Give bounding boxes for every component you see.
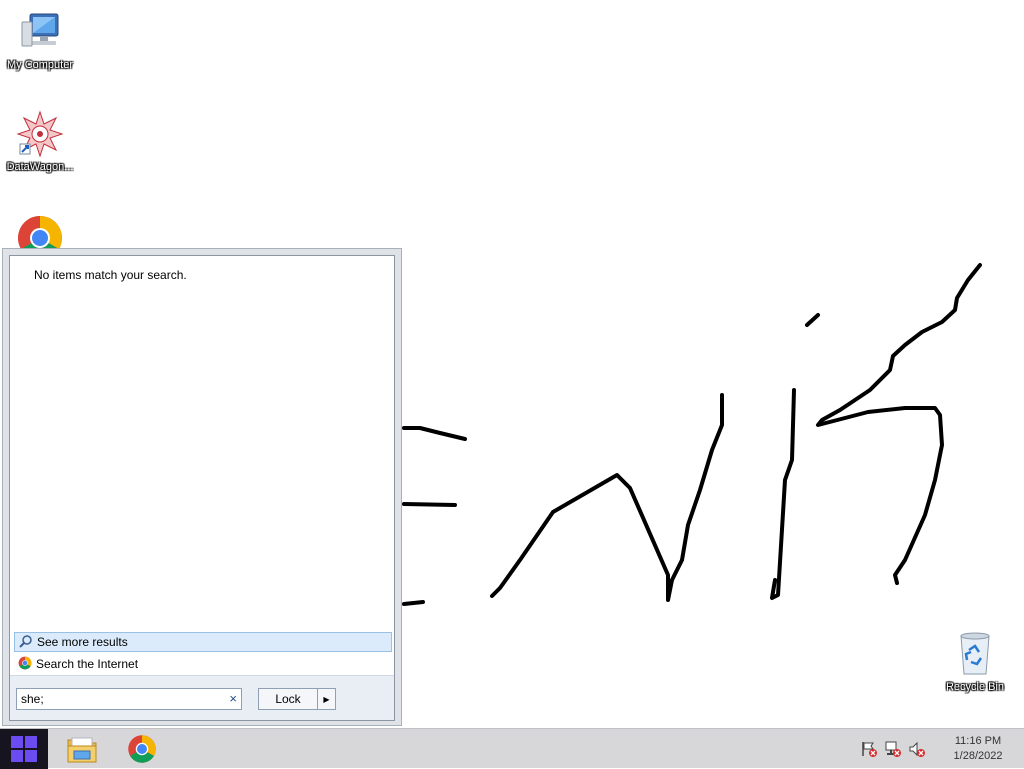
search-icon <box>19 634 33 651</box>
datawagon-icon <box>16 110 64 158</box>
network-icon[interactable] <box>884 740 902 758</box>
computer-icon <box>16 8 64 56</box>
file-explorer-icon <box>67 737 97 763</box>
search-results-panel: No items match your search. See more res… <box>9 255 395 721</box>
power-options-arrow-icon[interactable]: ▶ <box>318 689 335 709</box>
desktop-icon-label: My Computer <box>6 59 74 71</box>
lock-button[interactable]: Lock ▶ <box>258 688 336 710</box>
no-results-message: No items match your search. <box>34 268 187 282</box>
desktop: My Computer DataWagon... Recycle Bin No … <box>0 0 1024 728</box>
search-the-internet-label: Search the Internet <box>36 657 139 671</box>
see-more-results-label: See more results <box>37 635 128 649</box>
search-input-value: she; <box>21 692 44 706</box>
recycle-bin-icon <box>951 630 999 678</box>
action-center-flag-icon[interactable] <box>860 740 878 758</box>
chrome-icon <box>128 735 156 763</box>
lock-button-label[interactable]: Lock <box>259 689 318 709</box>
search-area: she; × Lock ▶ <box>10 675 394 720</box>
desktop-icon-label: Recycle Bin <box>945 681 1005 693</box>
taskbar-clock[interactable]: 11:16 PM 1/28/2022 <box>932 734 1024 764</box>
desktop-icon-my-computer[interactable]: My Computer <box>0 8 80 72</box>
taskbar-chrome[interactable] <box>120 732 164 766</box>
volume-muted-icon[interactable] <box>908 740 926 758</box>
see-more-results[interactable]: See more results <box>14 632 392 652</box>
windows-logo-icon <box>11 736 37 762</box>
taskbar: 11:16 PM 1/28/2022 <box>0 728 1024 769</box>
clear-search-icon[interactable]: × <box>229 689 237 709</box>
clock-time: 11:16 PM <box>954 735 1002 747</box>
clock-date: 1/28/2022 <box>953 750 1003 762</box>
search-the-internet[interactable]: Search the Internet <box>14 654 392 674</box>
taskbar-file-explorer[interactable] <box>60 732 104 766</box>
desktop-icon-recycle-bin[interactable]: Recycle Bin <box>935 630 1015 694</box>
desktop-icon-label: DataWagon... <box>6 161 74 173</box>
start-button[interactable] <box>0 729 48 769</box>
search-input[interactable]: she; × <box>16 688 242 710</box>
desktop-icon-datawagon[interactable]: DataWagon... <box>0 110 80 174</box>
system-tray: 11:16 PM 1/28/2022 <box>860 729 1024 769</box>
chrome-icon <box>18 656 32 673</box>
start-menu: No items match your search. See more res… <box>2 248 402 726</box>
